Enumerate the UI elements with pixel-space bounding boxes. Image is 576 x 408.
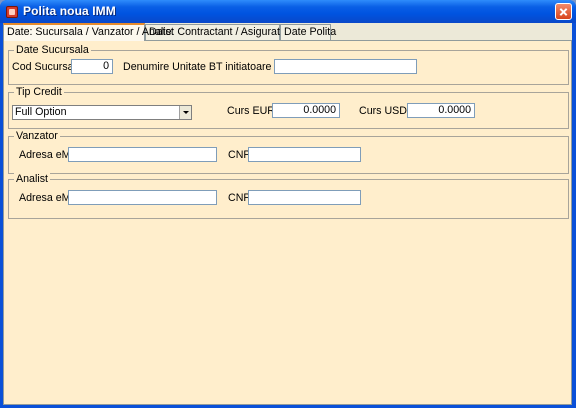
group-analist: Analist Adresa eMail CNP xyxy=(8,173,569,219)
app-window: Polita noua IMM Date: Sucursala / Vanzat… xyxy=(0,0,576,408)
group-legend: Vanzator xyxy=(14,130,60,142)
tab-date-polita[interactable]: Date Polita xyxy=(280,24,336,40)
app-icon xyxy=(6,6,18,18)
vanzator-email-field[interactable] xyxy=(68,147,217,162)
group-date-sucursala: Date Sucursala Cod Sucursala 0 Denumire … xyxy=(8,44,569,85)
chevron-down-icon[interactable] xyxy=(179,106,191,119)
curs-usd-label: Curs USD xyxy=(359,105,407,117)
group-legend: Analist xyxy=(14,173,50,185)
group-legend: Tip Credit xyxy=(14,86,64,98)
curs-usd-field[interactable]: 0.0000 xyxy=(407,103,475,118)
window-title: Polita noua IMM xyxy=(23,4,116,18)
tip-credit-selected: Full Option xyxy=(15,106,67,118)
analist-email-field[interactable] xyxy=(68,190,217,205)
group-tip-credit: Tip Credit Full Option Curs EURO 0.0000 … xyxy=(8,86,569,129)
denumire-unitate-field[interactable] xyxy=(274,59,417,74)
cod-sucursala-field[interactable]: 0 xyxy=(71,59,113,74)
tip-credit-select[interactable]: Full Option xyxy=(12,105,192,120)
title-bar[interactable]: Polita noua IMM xyxy=(0,0,576,23)
tab-sucursala[interactable]: Date: Sucursala / Vanzator / Analist xyxy=(3,23,174,41)
group-legend: Date Sucursala xyxy=(14,44,91,56)
tab-panel: Date Sucursala Cod Sucursala 0 Denumire … xyxy=(3,40,572,405)
client-area: Date: Sucursala / Vanzator / Analist Dat… xyxy=(3,23,572,405)
vanzator-cnp-field[interactable] xyxy=(248,147,361,162)
analist-cnp-field[interactable] xyxy=(248,190,361,205)
group-vanzator: Vanzator Adresa eMail CNP xyxy=(8,130,569,174)
curs-euro-field[interactable]: 0.0000 xyxy=(272,103,340,118)
close-button[interactable] xyxy=(555,3,572,20)
